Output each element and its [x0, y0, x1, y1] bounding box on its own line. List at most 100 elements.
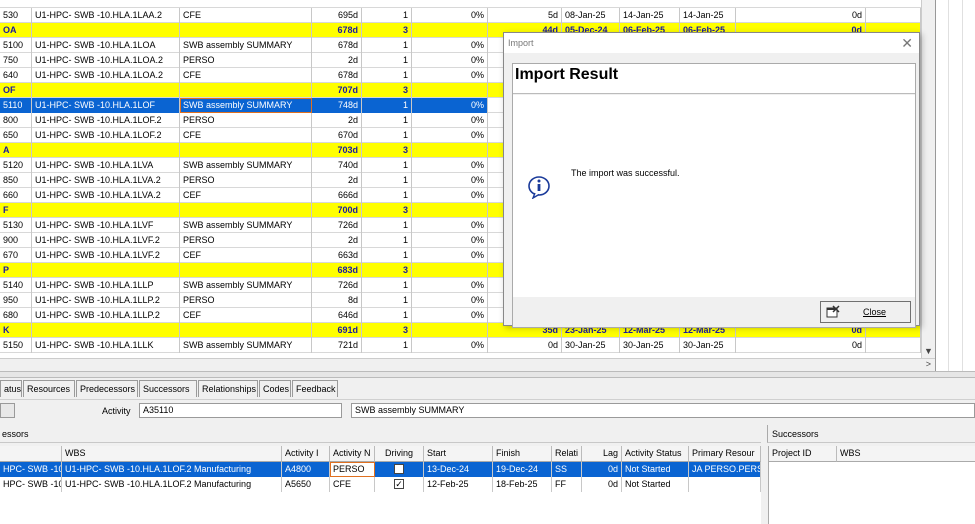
row-percent [412, 23, 488, 38]
predecessors-table[interactable]: WBS Activity I Activity N Driving Start Finis… [0, 446, 761, 524]
cell-start: 13-Dec-24 [424, 462, 493, 477]
row-steps: 1 [362, 308, 412, 323]
row-percent: 0% [412, 38, 488, 53]
cell-start: 12-Feb-25 [424, 477, 493, 492]
cell-activity-name: PERSO [330, 462, 375, 477]
cell-activity-status: Not Started [622, 477, 689, 492]
col-relationship-header[interactable]: Relati [552, 446, 582, 462]
row-steps: 1 [362, 293, 412, 308]
row-extra [866, 8, 921, 23]
row-activity-name: PERSO [180, 173, 312, 188]
row-percent: 0% [412, 188, 488, 203]
driving-checkbox[interactable] [394, 464, 404, 474]
col-finish-header[interactable]: Finish [493, 446, 552, 462]
row-wbs [32, 263, 180, 278]
grid-vertical-scrollbar[interactable]: ▼ [921, 0, 935, 358]
row-duration: 707d [312, 83, 362, 98]
row-duration: 2d [312, 113, 362, 128]
row-percent: 0% [412, 308, 488, 323]
row-steps: 1 [362, 218, 412, 233]
dialog-heading-area: Import Result [513, 64, 915, 94]
row-id: 5120 [0, 158, 32, 173]
row-steps: 3 [362, 323, 412, 338]
row-id: 660 [0, 188, 32, 203]
cell-primary-resource: JA PERSO.PERS [689, 462, 761, 477]
activity-row[interactable]: 530 U1-HPC- SWB -10.HLA.1LAA.2 CFE 695d 1 0% 5… [0, 8, 921, 23]
row-id: 750 [0, 53, 32, 68]
row-percent: 0% [412, 98, 488, 113]
row-percent: 0% [412, 113, 488, 128]
dialog-body: Import Result The import was successful. [512, 63, 916, 328]
col-start-header[interactable]: Start [424, 446, 493, 462]
row-activity-name: CEF [180, 248, 312, 263]
row-id: 850 [0, 173, 32, 188]
row-id: 5130 [0, 218, 32, 233]
detail-tabs: atus Resources Predecessors Successors Relat… [0, 380, 975, 397]
row-wbs: U1-HPC- SWB -10.HLA.1LOF [32, 98, 180, 113]
row-steps: 1 [362, 68, 412, 83]
tab-resources[interactable]: Resources [23, 380, 75, 397]
col-activity-name-header[interactable]: Activity N [330, 446, 375, 462]
row-duration: 721d [312, 338, 362, 353]
tab-successors[interactable]: Successors [139, 380, 197, 397]
dialog-message-area: The import was successful. [513, 95, 915, 297]
row-activity-name: SWB assembly SUMMARY [180, 98, 312, 113]
close-icon[interactable]: ✕ [901, 34, 913, 52]
row-wbs [32, 203, 180, 218]
row-percent: 0% [412, 218, 488, 233]
col-activity-id-header[interactable]: Activity I [282, 446, 330, 462]
row-percent [412, 203, 488, 218]
activity-label: Activity [102, 406, 131, 416]
tab-atus[interactable]: atus [0, 380, 22, 397]
grid-horizontal-scrollbar[interactable]: > [0, 358, 935, 371]
col-driving-header[interactable]: Driving [375, 446, 424, 462]
row-duration: 726d [312, 218, 362, 233]
row-finish: 14-Jan-25 [620, 8, 680, 23]
activity-name-field[interactable]: SWB assembly SUMMARY [351, 403, 975, 418]
scroll-down-icon[interactable]: ▼ [924, 346, 933, 356]
row-id: 5140 [0, 278, 32, 293]
cell-activity-status: Not Started [622, 462, 689, 477]
row-activity-name: CFE [180, 8, 312, 23]
row-activity-name: PERSO [180, 293, 312, 308]
row-id: 530 [0, 8, 32, 23]
row-start: 30-Jan-25 [562, 338, 620, 353]
successor-col-0-header[interactable]: Project ID [769, 446, 837, 462]
tab-relationships[interactable]: Relationships [198, 380, 258, 397]
col-primary-resource-header[interactable]: Primary Resour [689, 446, 761, 462]
row-activity-name: PERSO [180, 53, 312, 68]
dialog-message: The import was successful. [571, 168, 680, 178]
detail-nav-button[interactable] [0, 403, 15, 418]
activity-row[interactable]: 5150 U1-HPC- SWB -10.HLA.1LLK SWB assembly… [0, 338, 921, 353]
col-project-id-header[interactable] [0, 446, 62, 462]
cell-activity-id: A5650 [282, 477, 330, 492]
tab-feedback[interactable]: Feedback [292, 380, 338, 397]
scroll-right-icon[interactable]: > [926, 359, 931, 369]
col-lag-header[interactable]: Lag [582, 446, 622, 462]
activity-id-field[interactable]: A35110 [139, 403, 342, 418]
row-percent: 0% [412, 8, 488, 23]
successor-col-1-header[interactable]: WBS [837, 446, 975, 462]
row-duration: 663d [312, 248, 362, 263]
row-id: 900 [0, 233, 32, 248]
row-id: 5100 [0, 38, 32, 53]
row-id: P [0, 263, 32, 278]
pane-splitter[interactable] [0, 371, 975, 378]
row-wbs: U1-HPC- SWB -10.HLA.1LOF.2 [32, 128, 180, 143]
row-id: OA [0, 23, 32, 38]
row-steps: 3 [362, 23, 412, 38]
close-button[interactable]: Close [820, 301, 911, 323]
row-id: K [0, 323, 32, 338]
col-wbs-header[interactable]: WBS [62, 446, 282, 462]
row-percent: 0% [412, 68, 488, 83]
row-steps: 3 [362, 203, 412, 218]
predecessor-row[interactable]: HPC- SWB -10 U1-HPC- SWB -10.HLA.1LOF.2 M… [0, 477, 761, 492]
predecessor-row[interactable]: HPC- SWB -10 U1-HPC- SWB -10.HLA.1LOF.2 M… [0, 462, 761, 477]
tab-predecessors[interactable]: Predecessors [76, 380, 138, 397]
tab-codes[interactable]: Codes [259, 380, 291, 397]
successors-table[interactable]: Project ID WBS [768, 446, 975, 524]
driving-checkbox[interactable]: ✓ [394, 479, 404, 489]
row-duration: 726d [312, 278, 362, 293]
row-wbs: U1-HPC- SWB -10.HLA.1LVF [32, 218, 180, 233]
col-activity-status-header[interactable]: Activity Status [622, 446, 689, 462]
